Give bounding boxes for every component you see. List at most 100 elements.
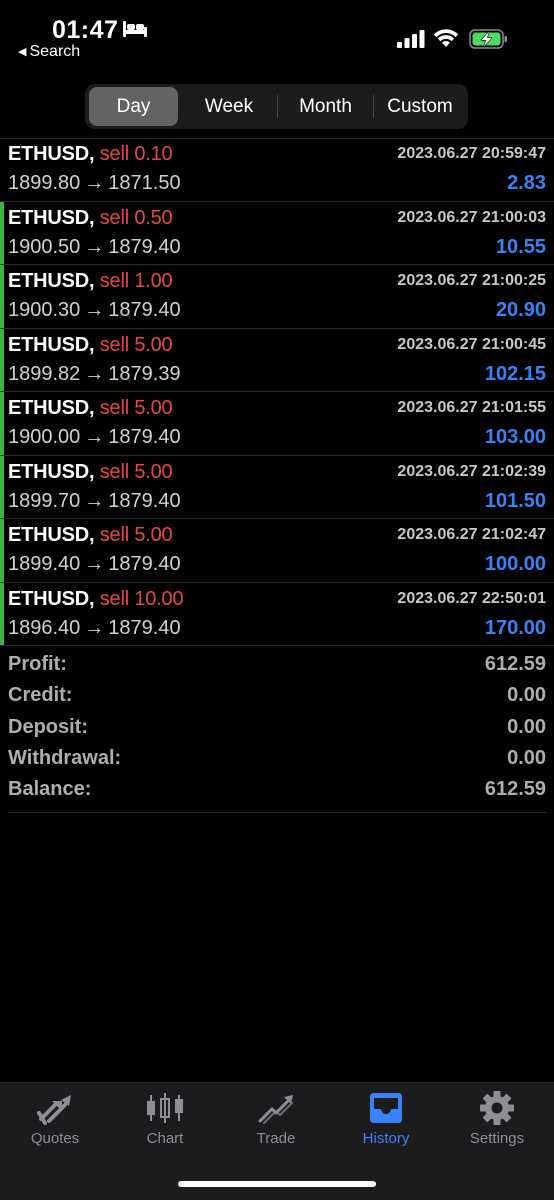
deal-close-price: 1879.40 bbox=[108, 235, 181, 258]
tab-history[interactable]: History bbox=[331, 1091, 441, 1161]
deal-close-price: 1879.40 bbox=[108, 426, 181, 448]
tab-label: Trade bbox=[256, 1130, 296, 1147]
deal-row[interactable]: ETHUSD, sell 5.00 2023.06.27 21:00:45 18… bbox=[0, 328, 554, 392]
candlestick-chart-icon bbox=[147, 1093, 183, 1123]
arrow-right-icon: → bbox=[84, 553, 105, 575]
deal-close-price: 1879.40 bbox=[108, 553, 181, 575]
deal-symbol: ETHUSD, bbox=[8, 206, 95, 229]
deal-open-price: 1899.40 bbox=[8, 553, 81, 575]
deal-side: sell bbox=[99, 397, 129, 419]
deal-volume: 1.00 bbox=[134, 270, 173, 292]
deal-close-price: 1879.39 bbox=[108, 362, 181, 385]
deal-symbol: ETHUSD, bbox=[8, 397, 95, 419]
deal-close-price: 1879.40 bbox=[108, 489, 181, 512]
status-time: 01:47 bbox=[52, 16, 119, 44]
arrow-right-icon: → bbox=[84, 426, 105, 448]
tab-label: Quotes bbox=[30, 1130, 80, 1147]
deal-profit: 102.15 bbox=[484, 362, 546, 385]
deal-row[interactable]: ETHUSD, sell 1.00 2023.06.27 21:00:25 19… bbox=[0, 265, 554, 329]
deal-open-price: 1900.30 bbox=[8, 299, 81, 321]
deal-side: sell bbox=[99, 524, 129, 546]
deal-prices: 1900.50 → 1879.40 bbox=[8, 236, 181, 259]
deal-row[interactable]: ETHUSD, sell 5.00 2023.06.27 21:01:55 19… bbox=[0, 392, 554, 456]
deal-profit: 100.00 bbox=[484, 553, 546, 575]
back-triangle-icon: ◀ bbox=[18, 46, 27, 58]
deal-prices: 1899.80 → 1871.50 bbox=[8, 172, 181, 195]
deal-symbol: ETHUSD, bbox=[8, 333, 95, 356]
summary-value: 0.00 bbox=[507, 684, 546, 707]
deal-symbol: ETHUSD, bbox=[8, 460, 95, 483]
deal-volume: 10.00 bbox=[134, 587, 184, 610]
period-tab-week[interactable]: Week bbox=[181, 87, 277, 126]
history-inbox-icon bbox=[370, 1093, 402, 1123]
summary-label: Deposit: bbox=[8, 715, 88, 738]
deal-symbol-line: ETHUSD, sell 0.50 bbox=[8, 206, 173, 230]
deal-profit: 170.00 bbox=[484, 616, 546, 639]
deal-symbol: ETHUSD, bbox=[8, 587, 95, 610]
summary-label: Profit: bbox=[8, 653, 67, 675]
back-search-label: Search bbox=[29, 43, 81, 60]
deal-prices: 1900.30 → 1879.40 bbox=[8, 299, 181, 322]
deal-close-price: 1871.50 bbox=[108, 172, 181, 194]
deal-row[interactable]: ETHUSD, sell 5.00 2023.06.27 21:02:39 18… bbox=[0, 455, 554, 519]
deal-open-price: 1899.70 bbox=[8, 489, 81, 512]
deal-prices: 1899.70 → 1879.40 bbox=[8, 490, 181, 513]
gear-icon bbox=[480, 1091, 514, 1125]
deal-prices: 1900.00 → 1879.40 bbox=[8, 426, 181, 449]
deal-profit: 103.00 bbox=[484, 426, 546, 448]
summary-value: 612.59 bbox=[484, 653, 546, 675]
deal-open-price: 1899.80 bbox=[8, 172, 81, 194]
deal-volume: 5.00 bbox=[134, 333, 173, 356]
deal-volume: 5.00 bbox=[134, 524, 173, 546]
deal-side: sell bbox=[99, 587, 129, 610]
summary-value: 612.59 bbox=[484, 778, 546, 801]
deal-row[interactable]: ETHUSD, sell 5.00 2023.06.27 21:02:47 18… bbox=[0, 519, 554, 583]
arrow-right-icon: → bbox=[84, 299, 105, 321]
tab-quotes[interactable]: Quotes bbox=[0, 1091, 110, 1161]
deal-symbol-line: ETHUSD, sell 10.00 bbox=[8, 587, 184, 611]
period-tab-month[interactable]: Month bbox=[278, 87, 373, 126]
home-indicator[interactable] bbox=[178, 1181, 376, 1187]
tab-trade[interactable]: Trade bbox=[221, 1091, 331, 1161]
deal-row[interactable]: ETHUSD, sell 0.10 2023.06.27 20:59:47 18… bbox=[0, 138, 554, 202]
tab-chart[interactable]: Chart bbox=[110, 1091, 220, 1161]
deal-row[interactable]: ETHUSD, sell 0.50 2023.06.27 21:00:03 19… bbox=[0, 201, 554, 265]
deal-symbol: ETHUSD, bbox=[8, 270, 95, 292]
arrow-right-icon: → bbox=[84, 489, 105, 512]
tab-settings[interactable]: Settings bbox=[442, 1091, 552, 1161]
summary-value: 0.00 bbox=[507, 715, 546, 738]
deal-symbol-line: ETHUSD, sell 5.00 bbox=[8, 333, 173, 357]
deal-volume: 5.00 bbox=[134, 460, 173, 483]
deal-symbol-line: ETHUSD, sell 5.00 bbox=[8, 460, 173, 484]
summary-label: Credit: bbox=[8, 684, 73, 707]
period-segmented-control: Day Week Month Custom bbox=[85, 84, 468, 129]
period-tab-day[interactable]: Day bbox=[89, 87, 178, 126]
deal-datetime: 2023.06.27 21:02:47 bbox=[397, 526, 546, 543]
deal-datetime: 2023.06.27 21:00:03 bbox=[397, 208, 546, 226]
summary-label: Balance: bbox=[8, 778, 92, 801]
back-to-search-link[interactable]: ◀ Search bbox=[18, 43, 80, 61]
tab-label: History bbox=[362, 1130, 410, 1147]
arrow-right-icon: → bbox=[84, 235, 105, 258]
deal-close-price: 1879.40 bbox=[108, 299, 181, 321]
deal-profit: 10.55 bbox=[495, 235, 546, 258]
deal-datetime: 2023.06.27 21:02:39 bbox=[397, 462, 546, 480]
deal-profit: 101.50 bbox=[484, 489, 546, 512]
deal-profit: 20.90 bbox=[495, 299, 546, 321]
deal-open-price: 1896.40 bbox=[8, 616, 81, 639]
arrow-right-icon: → bbox=[84, 616, 105, 639]
period-tab-custom[interactable]: Custom bbox=[374, 87, 466, 126]
deal-symbol-line: ETHUSD, sell 5.00 bbox=[8, 397, 173, 420]
deal-datetime: 2023.06.27 22:50:01 bbox=[397, 589, 546, 607]
arrow-right-icon: → bbox=[84, 172, 105, 194]
deal-side: sell bbox=[99, 460, 129, 483]
deal-row[interactable]: ETHUSD, sell 10.00 2023.06.27 22:50:01 1… bbox=[0, 582, 554, 646]
bed-icon bbox=[122, 20, 148, 43]
deal-volume: 0.50 bbox=[134, 206, 173, 229]
battery-charging-icon bbox=[469, 29, 509, 54]
deal-symbol-line: ETHUSD, sell 1.00 bbox=[8, 270, 173, 293]
summary-row-credit: Credit: 0.00 bbox=[0, 684, 554, 715]
account-summary: Profit: 612.59 Credit: 0.00 Deposit: 0.0… bbox=[0, 653, 554, 809]
signal-icon bbox=[397, 30, 425, 53]
summary-divider bbox=[8, 812, 546, 813]
